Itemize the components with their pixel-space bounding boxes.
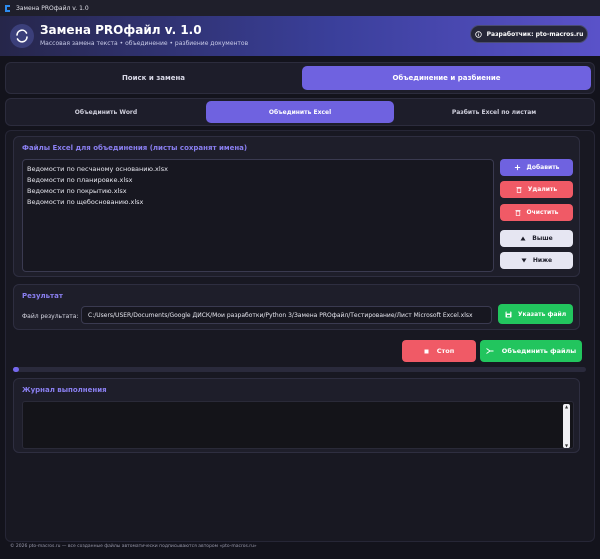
result-card: Результат Файл результата: C:/Users/USER…: [13, 284, 580, 330]
add-button-label: Добавить: [526, 164, 560, 171]
stop-button-label: Стоп: [436, 347, 455, 355]
merge-icon: [486, 348, 494, 354]
window-titlebar: Замена PROфайл v. 1.0: [0, 0, 600, 16]
list-item[interactable]: Ведомости по песчаному основанию.xlsx: [27, 164, 489, 175]
result-file-label: Файл результата:: [22, 313, 79, 320]
tab-merge-split[interactable]: Объединение и разбиение: [302, 66, 591, 90]
trash-icon: [516, 186, 522, 193]
result-path-field[interactable]: C:/Users/USER/Documents/Google ДИСК/Мои …: [81, 306, 492, 324]
files-card: Файлы Excel для объединения (листы сохра…: [13, 136, 580, 277]
browse-button-label: Указать файл: [517, 310, 567, 318]
tab-search-replace-label: Поиск и замена: [121, 74, 186, 82]
subtab-merge-word[interactable]: Объединить Word: [12, 101, 200, 123]
footer-text: © 2026 pto-macros.ru — все созданные фай…: [10, 544, 257, 549]
plus-icon: [514, 164, 521, 171]
move-down-button-label: Ниже: [532, 257, 553, 264]
scroll-down-icon[interactable]: ▼: [563, 443, 570, 448]
clear-button[interactable]: Очистить: [500, 204, 573, 221]
subtab-merge-excel[interactable]: Объединить Excel: [206, 101, 394, 123]
stop-icon: [424, 349, 429, 354]
log-scrollbar[interactable]: ▲ ▼: [563, 404, 570, 448]
content-panel: Файлы Excel для объединения (листы сохра…: [5, 130, 595, 542]
merge-files-button[interactable]: Объединить файлы: [480, 340, 582, 362]
subtab-split-excel[interactable]: Разбить Excel по листам: [400, 101, 588, 123]
developer-button[interactable]: Разработчик: pto-macros.ru: [470, 25, 588, 43]
tab-merge-split-label: Объединение и разбиение: [392, 74, 501, 82]
subtab-merge-word-label: Объединить Word: [74, 108, 138, 116]
app-icon: [4, 4, 12, 13]
list-item[interactable]: Ведомости по покрытию.xlsx: [27, 186, 489, 197]
tab-search-replace[interactable]: Поиск и замена: [9, 66, 298, 90]
list-item[interactable]: Ведомости по планировке.xlsx: [27, 175, 489, 186]
refresh-logo-icon: [10, 24, 34, 48]
info-icon: [474, 30, 482, 38]
log-output[interactable]: ▲ ▼: [22, 401, 574, 449]
list-item[interactable]: Ведомости по щебоснованию.xlsx: [27, 197, 489, 208]
delete-button-label: Удалить: [527, 186, 558, 193]
window-title: Замена PROфайл v. 1.0: [16, 4, 89, 12]
trash-icon: [515, 209, 521, 216]
log-card: Журнал выполнения ▲ ▼: [13, 378, 580, 453]
browse-button[interactable]: Указать файл: [498, 304, 573, 324]
add-button[interactable]: Добавить: [500, 159, 573, 176]
files-card-title: Файлы Excel для объединения (листы сохра…: [22, 144, 248, 152]
save-icon: [505, 311, 512, 318]
move-up-button-label: Выше: [532, 235, 553, 242]
log-card-title: Журнал выполнения: [22, 386, 107, 394]
triangle-up-icon: [520, 236, 526, 241]
move-up-button[interactable]: Выше: [500, 230, 573, 247]
sub-tabs: Объединить Word Объединить Excel Разбить…: [5, 98, 595, 126]
app-title: Замена PROфайл v. 1.0: [40, 23, 202, 37]
scroll-up-icon[interactable]: ▲: [563, 404, 570, 409]
subtab-merge-excel-label: Объединить Excel: [268, 108, 332, 116]
developer-button-label: Разработчик: pto-macros.ru: [486, 30, 584, 38]
app-subtitle: Массовая замена текста • объединение • р…: [40, 40, 249, 47]
merge-files-button-label: Объединить файлы: [501, 347, 577, 355]
clear-button-label: Очистить: [526, 209, 559, 216]
result-card-title: Результат: [22, 292, 63, 300]
progress-bar: [13, 367, 586, 372]
stop-button[interactable]: Стоп: [402, 340, 476, 362]
triangle-down-icon: [521, 258, 527, 263]
move-down-button[interactable]: Ниже: [500, 252, 573, 269]
subtab-split-excel-label: Разбить Excel по листам: [451, 108, 537, 116]
main-tabs: Поиск и замена Объединение и разбиение: [5, 62, 595, 94]
files-list[interactable]: Ведомости по песчаному основанию.xlsx Ве…: [22, 159, 494, 272]
progress-fill: [13, 367, 19, 372]
delete-button[interactable]: Удалить: [500, 181, 573, 198]
app-header: Замена PROфайл v. 1.0 Массовая замена те…: [0, 16, 600, 56]
